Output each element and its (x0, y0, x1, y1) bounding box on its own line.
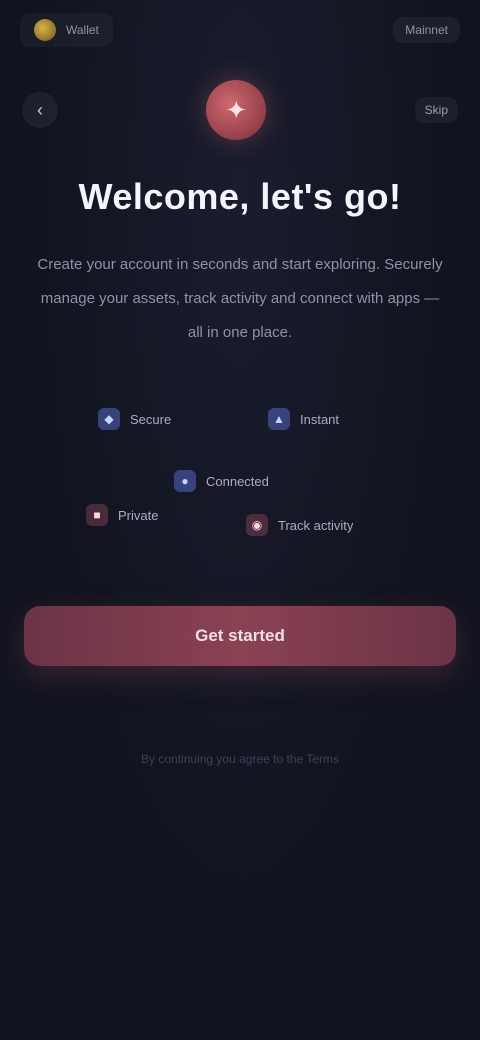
brand-name: Wallet (66, 23, 99, 37)
globe-icon: ● (174, 470, 196, 492)
feature-label: Secure (130, 411, 172, 427)
page-subtitle: Create your account in seconds and start… (37, 256, 443, 341)
feature-item-secure: ◆ Secure (98, 408, 171, 430)
feature-label: Connected (206, 473, 269, 489)
network-pill[interactable]: Mainnet (393, 17, 460, 43)
brand-badge: Wallet (20, 13, 113, 47)
status-bar: Wallet Mainnet (20, 12, 460, 48)
feature-label: Track activity (278, 517, 354, 533)
chevron-left-icon: ‹ (37, 99, 43, 120)
lock-icon: ◆ (98, 408, 120, 430)
feature-item-track: ◉ Track activity (246, 514, 353, 536)
terms-note[interactable]: By continuing you agree to the Terms (0, 752, 480, 766)
brand-logo-icon (34, 19, 56, 41)
feature-label: Private (118, 507, 159, 523)
logo-glyph: ✦ (225, 94, 248, 125)
feature-item-connected: ● Connected (174, 470, 269, 492)
feature-list: ◆ Secure ▲ Instant ● Connected ■ Private… (70, 392, 410, 552)
nav-row: ‹ ✦ Skip (22, 80, 458, 140)
get-started-button[interactable]: Get started (24, 606, 456, 666)
onboarding-screen: Wallet Mainnet ‹ ✦ Skip Welcome, let's g… (0, 0, 480, 1040)
feature-label: Instant (300, 411, 340, 427)
bolt-icon: ▲ (268, 408, 290, 430)
skip-button[interactable]: Skip (414, 97, 458, 123)
hero-logo-icon: ✦ (206, 80, 267, 140)
page-title: Welcome, let's go! (78, 176, 402, 217)
feature-item-instant: ▲ Instant (268, 408, 339, 430)
back-button[interactable]: ‹ (22, 92, 58, 128)
shield-icon: ■ (86, 504, 108, 526)
chart-icon: ◉ (246, 514, 268, 536)
feature-item-private: ■ Private (86, 504, 158, 526)
